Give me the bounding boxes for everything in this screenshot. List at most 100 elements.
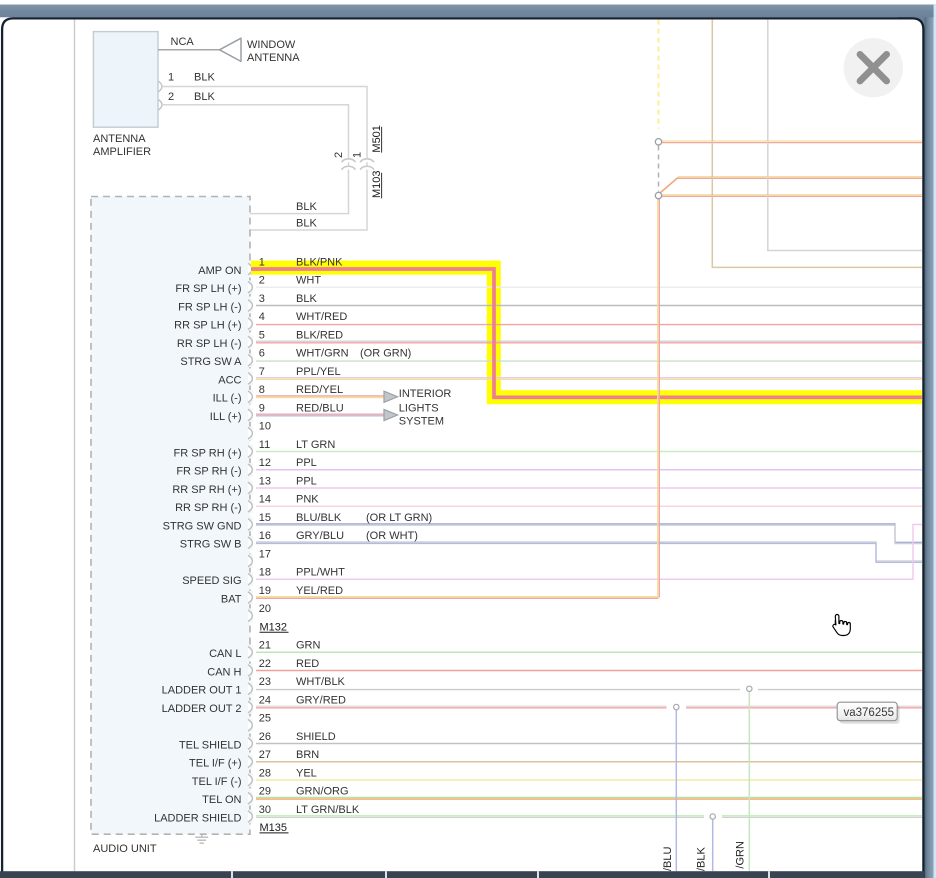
svg-text:13: 13	[259, 475, 271, 487]
svg-text:30: 30	[259, 804, 271, 816]
svg-text:BLK/PNK: BLK/PNK	[296, 256, 343, 268]
svg-text:14: 14	[259, 494, 271, 506]
svg-text:(OR GRN): (OR GRN)	[360, 348, 411, 360]
svg-text:21: 21	[259, 640, 271, 652]
svg-text:20: 20	[259, 603, 271, 615]
svg-text:AUDIO UNIT: AUDIO UNIT	[93, 843, 157, 855]
svg-text:FR SP LH (-): FR SP LH (-)	[178, 301, 241, 313]
svg-text:28: 28	[259, 767, 271, 779]
svg-text:LADDER OUT 2: LADDER OUT 2	[162, 703, 242, 715]
svg-text:TEL I/F (-): TEL I/F (-)	[192, 776, 242, 788]
svg-text:INTERIOR: INTERIOR	[399, 388, 452, 400]
svg-text:2: 2	[168, 91, 174, 103]
svg-text:RED/YEL: RED/YEL	[296, 384, 343, 396]
svg-text:TEL I/F (+): TEL I/F (+)	[189, 758, 241, 770]
svg-text:1: 1	[352, 152, 364, 158]
svg-text:AMPLIFIER: AMPLIFIER	[93, 146, 151, 158]
svg-text:25: 25	[259, 713, 271, 725]
svg-text:FR SP LH (+): FR SP LH (+)	[175, 283, 241, 295]
svg-text:GRY/RED: GRY/RED	[296, 694, 346, 706]
svg-text:CAN L: CAN L	[209, 648, 241, 660]
svg-text:LT GRN/BLK: LT GRN/BLK	[296, 804, 360, 816]
svg-text:LIGHTS: LIGHTS	[399, 402, 439, 414]
svg-text:22: 22	[259, 658, 271, 670]
svg-text:ILL (-): ILL (-)	[213, 393, 242, 405]
svg-text:6: 6	[259, 348, 265, 360]
svg-text:7: 7	[259, 366, 265, 378]
svg-text:TEL ON: TEL ON	[202, 794, 241, 806]
svg-text:1: 1	[259, 256, 265, 268]
svg-text:M132: M132	[260, 621, 288, 633]
svg-text:BAT: BAT	[221, 593, 242, 605]
svg-text:17: 17	[259, 548, 271, 560]
svg-text:9: 9	[259, 402, 265, 414]
svg-text:PPL: PPL	[296, 457, 317, 469]
svg-text:WHT/GRN: WHT/GRN	[296, 348, 349, 360]
svg-text:RED/BLU: RED/BLU	[296, 402, 344, 414]
svg-text:WHT/RED: WHT/RED	[296, 311, 347, 323]
svg-text:PPL: PPL	[296, 475, 317, 487]
svg-text:27: 27	[259, 749, 271, 761]
svg-text:18: 18	[259, 567, 271, 579]
svg-text:BLK: BLK	[194, 91, 215, 103]
svg-text:15: 15	[259, 512, 271, 524]
svg-text:16: 16	[259, 530, 271, 542]
svg-text:STRG SW A: STRG SW A	[180, 356, 242, 368]
svg-text:BLK: BLK	[296, 201, 317, 213]
svg-text:2: 2	[259, 275, 265, 287]
svg-text:AMP ON: AMP ON	[198, 265, 241, 277]
svg-text:GRN/ORG: GRN/ORG	[296, 786, 349, 798]
svg-text:FR SP RH (-): FR SP RH (-)	[176, 466, 241, 478]
svg-text:5: 5	[259, 329, 265, 341]
svg-text:STRG SW B: STRG SW B	[180, 539, 242, 551]
svg-text:/GRN: /GRN	[735, 841, 747, 869]
svg-text:M103: M103	[371, 170, 383, 198]
svg-text:RR SP RH (-): RR SP RH (-)	[175, 502, 241, 514]
svg-text:FR SP RH (+): FR SP RH (+)	[174, 447, 242, 459]
svg-text:ACC: ACC	[218, 374, 241, 386]
svg-text:SHIELD: SHIELD	[296, 731, 336, 743]
svg-text:YEL: YEL	[296, 767, 317, 779]
svg-text:ANTENNA: ANTENNA	[93, 133, 146, 145]
svg-text:RR SP LH (-): RR SP LH (-)	[177, 338, 242, 350]
svg-text:24: 24	[259, 694, 271, 706]
svg-text:RED: RED	[296, 658, 319, 670]
svg-text:(OR WHT): (OR WHT)	[366, 530, 418, 542]
svg-text:GRN: GRN	[296, 640, 321, 652]
svg-text:LT GRN: LT GRN	[296, 439, 335, 451]
svg-text:(OR LT GRN): (OR LT GRN)	[366, 512, 432, 524]
svg-text:BLK: BLK	[296, 218, 317, 230]
svg-text:BLK: BLK	[296, 293, 317, 305]
svg-text:RR SP RH (+): RR SP RH (+)	[172, 484, 241, 496]
svg-text:PPL/WHT: PPL/WHT	[296, 567, 345, 579]
svg-text:19: 19	[259, 585, 271, 597]
svg-text:PPL/YEL: PPL/YEL	[296, 366, 341, 378]
svg-text:ANTENNA: ANTENNA	[247, 52, 300, 64]
svg-text:12: 12	[259, 457, 271, 469]
svg-text:29: 29	[259, 786, 271, 798]
svg-text:RR SP LH (+): RR SP LH (+)	[174, 320, 241, 332]
svg-text:11: 11	[259, 439, 270, 451]
svg-text:va376255: va376255	[844, 707, 895, 719]
svg-text:10: 10	[259, 421, 271, 433]
svg-text:BLK: BLK	[194, 72, 215, 84]
svg-text:/BLK: /BLK	[696, 846, 708, 871]
svg-text:ILL (+): ILL (+)	[210, 411, 242, 423]
svg-text:1: 1	[168, 72, 174, 84]
svg-text:STRG SW GND: STRG SW GND	[163, 520, 242, 532]
svg-text:26: 26	[259, 731, 271, 743]
svg-text:BLU/BLK: BLU/BLK	[296, 512, 342, 524]
svg-text:23: 23	[259, 676, 271, 688]
svg-text:WINDOW: WINDOW	[247, 39, 296, 51]
svg-text:LADDER OUT 1: LADDER OUT 1	[162, 685, 242, 697]
svg-text:TEL SHIELD: TEL SHIELD	[179, 739, 242, 751]
svg-text:SPEED SIG: SPEED SIG	[182, 575, 241, 587]
svg-text:WHT: WHT	[296, 275, 321, 287]
svg-text:BRN: BRN	[296, 749, 319, 761]
svg-text:3: 3	[259, 293, 265, 305]
svg-text:PNK: PNK	[296, 494, 319, 506]
svg-text:LADDER SHIELD: LADDER SHIELD	[154, 812, 241, 824]
svg-text:GRY/BLU: GRY/BLU	[296, 530, 344, 542]
svg-text:NCA: NCA	[171, 36, 195, 48]
svg-text:M501: M501	[371, 125, 383, 153]
